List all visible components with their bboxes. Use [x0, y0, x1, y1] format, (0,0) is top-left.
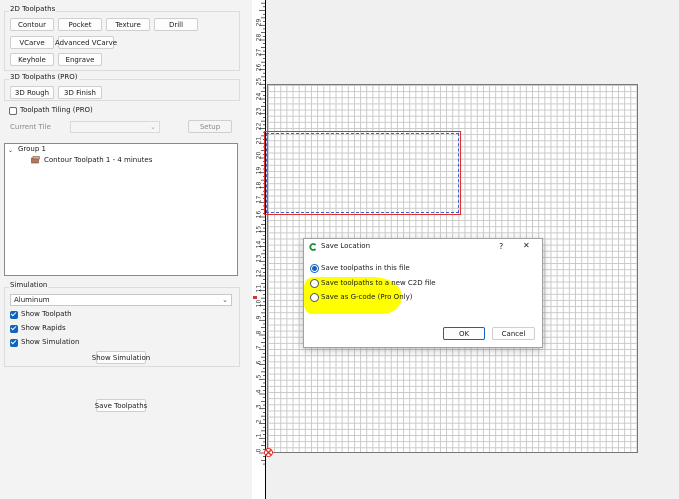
ruler-label: 20 [255, 151, 263, 160]
contour-button[interactable]: Contour [10, 18, 54, 31]
current-tile-select[interactable]: ⌄ [70, 121, 160, 133]
ruler-label: 27 [255, 48, 263, 57]
ruler-label: 18 [255, 181, 263, 189]
ruler-label: 4 [255, 389, 263, 394]
ruler-label: 7 [255, 345, 263, 350]
3d-finish-button[interactable]: 3D Finish [58, 86, 102, 99]
drill-button[interactable]: Drill [154, 18, 198, 31]
ruler-label: 21 [255, 136, 263, 145]
toolpaths-3d-title: 3D Toolpaths (PRO) [9, 73, 79, 81]
material-value: Aluminum [14, 296, 50, 304]
pocket-button[interactable]: Pocket [58, 18, 102, 31]
ruler-label: 14 [255, 240, 263, 248]
show-simulation-label: Show Simulation [21, 338, 80, 346]
origin-marker-icon [264, 448, 273, 457]
3d-rough-button[interactable]: 3D Rough [10, 86, 54, 99]
ruler-label: 24 [255, 92, 263, 101]
chevron-down-icon: ⌄ [222, 296, 228, 304]
save-in-file-label: Save toolpaths in this file [321, 264, 410, 272]
texture-button[interactable]: Texture [106, 18, 150, 31]
ruler-label: 25 [255, 77, 263, 86]
ruler-label: 22 [255, 122, 263, 130]
ruler-label: 13 [255, 254, 263, 263]
ruler-label: 23 [255, 107, 263, 116]
ruler-label: 26 [255, 63, 263, 71]
ruler-label: 0 [255, 448, 263, 453]
toolpath-tiling-label: Toolpath Tiling (PRO) [20, 106, 93, 114]
ruler-label: 28 [255, 33, 263, 42]
show-simulation-checkbox[interactable] [10, 339, 18, 347]
ruler-label: 12 [255, 269, 263, 278]
ruler-label: 19 [255, 166, 263, 175]
ruler-label: 8 [255, 330, 263, 335]
show-toolpath-checkbox[interactable] [10, 311, 18, 319]
setup-button[interactable]: Setup [188, 120, 232, 133]
show-toolpath-label: Show Toolpath [21, 310, 72, 318]
ruler-label: 10 [255, 299, 263, 307]
keyhole-button[interactable]: Keyhole [10, 53, 54, 66]
show-rapids-label: Show Rapids [21, 324, 66, 332]
show-simulation-button[interactable]: Show Simulation [92, 351, 150, 364]
close-icon[interactable]: ✕ [523, 241, 530, 250]
save-toolpaths-button[interactable]: Save Toolpaths [95, 399, 147, 412]
advanced-vcarve-button[interactable]: Advanced VCarve [55, 36, 117, 49]
ruler-label: 29 [255, 18, 263, 27]
show-rapids-checkbox[interactable] [10, 325, 18, 333]
ruler-label: 6 [255, 360, 263, 364]
toolpath-rectangle-inner [266, 133, 459, 213]
vcarve-button[interactable]: VCarve [10, 36, 54, 49]
ruler-label: 2 [255, 419, 263, 423]
toolpath-tiling-checkbox[interactable] [9, 107, 17, 115]
toolpaths-2d-title: 2D Toolpaths [9, 5, 57, 13]
app-logo-icon [309, 243, 317, 251]
help-icon[interactable]: ? [499, 242, 503, 251]
ruler-label: 3 [255, 404, 263, 409]
ruler-label: 9 [255, 315, 263, 320]
save-gcode-label: Save as G-code (Pro Only) [321, 293, 413, 301]
save-new-c2d-label: Save toolpaths to a new C2D file [321, 279, 436, 287]
ok-button[interactable]: OK [443, 327, 485, 340]
save-gcode-radio[interactable] [310, 293, 319, 302]
ruler-label: 16 [255, 210, 263, 219]
ruler-label: 15 [255, 225, 263, 234]
toolpath-item-label[interactable]: Contour Toolpath 1 - 4 minutes [44, 156, 152, 164]
dialog-title: Save Location [321, 242, 371, 250]
simulation-title: Simulation [9, 281, 49, 289]
current-tile-label: Current Tile [10, 123, 51, 131]
chevron-down-icon: ⌄ [150, 123, 156, 131]
ruler-label: 1 [255, 433, 263, 438]
cancel-button[interactable]: Cancel [492, 327, 535, 340]
ruler-label: 11 [255, 284, 263, 293]
ruler-label: 17 [255, 195, 263, 204]
ruler-label: 5 [255, 374, 263, 379]
material-select[interactable]: Aluminum ⌄ [10, 294, 232, 306]
save-in-file-radio[interactable] [310, 264, 319, 273]
collapse-icon[interactable]: ⌄ [8, 147, 13, 154]
engrave-button[interactable]: Engrave [58, 53, 102, 66]
toolpath-item-icon [31, 156, 40, 164]
group-1-label[interactable]: Group 1 [18, 145, 46, 153]
save-new-c2d-radio[interactable] [310, 279, 319, 288]
